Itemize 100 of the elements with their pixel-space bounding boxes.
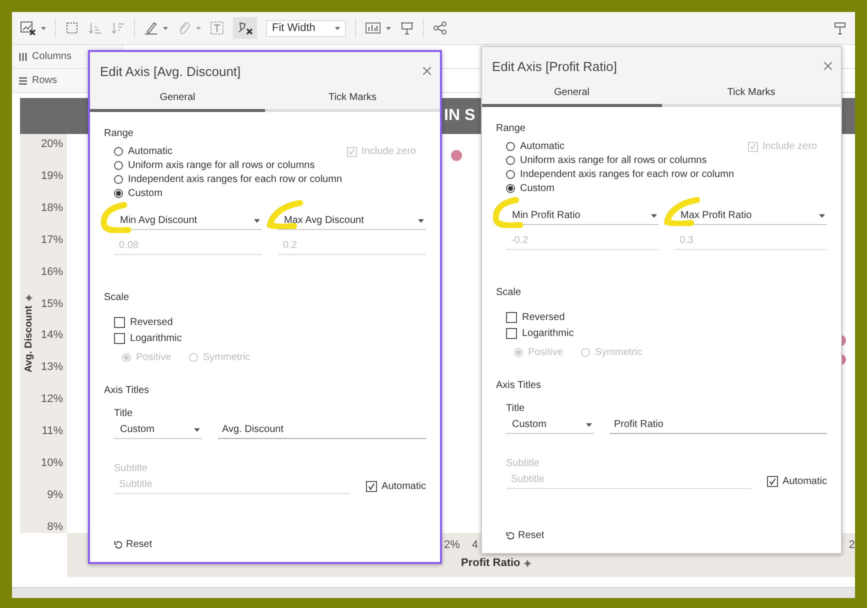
section-heading: Range — [104, 128, 134, 139]
y-axis-title: Avg. Discount — [24, 306, 34, 372]
title-mode-select[interactable]: Custom — [114, 424, 202, 439]
radio-button[interactable] — [506, 184, 515, 193]
y-axis-tick: 20% — [40, 138, 63, 150]
radio-button[interactable] — [114, 175, 123, 184]
pin-clear-button[interactable] — [233, 17, 257, 39]
reset-button[interactable]: Reset — [114, 539, 152, 550]
caret-icon — [418, 218, 424, 222]
close-icon[interactable] — [423, 67, 431, 75]
reset-icon — [114, 540, 122, 548]
chart-x-icon[interactable] — [20, 21, 36, 35]
bound-select[interactable]: Max Profit Ratio — [674, 210, 827, 225]
checkbox-option[interactable]: Automatic — [766, 476, 827, 487]
reset-button[interactable]: Reset — [506, 530, 544, 541]
radio-label: Automatic — [520, 141, 564, 152]
checkbox[interactable] — [506, 312, 517, 323]
tab[interactable]: General — [90, 88, 265, 112]
close-icon[interactable] — [824, 62, 832, 70]
fit-width-select[interactable]: Fit Width — [266, 20, 346, 36]
radio-button[interactable] — [114, 161, 123, 170]
bound-select[interactable]: Min Avg Discount — [114, 215, 262, 230]
pin-x-icon — [237, 21, 253, 35]
tab[interactable]: Tick Marks — [662, 83, 841, 107]
y-axis-tick: 16% — [40, 266, 63, 278]
radio-label: Automatic — [128, 146, 172, 157]
checkbox-option[interactable]: Reversed — [114, 317, 426, 328]
y-axis-tick: 8% — [47, 520, 63, 533]
section-heading: Scale — [496, 287, 522, 298]
title-field[interactable]: Avg. Discount — [218, 424, 426, 439]
columns-icon — [19, 52, 27, 60]
checkbox[interactable] — [114, 333, 125, 344]
highlighter-mark — [267, 200, 303, 229]
x-axis-tick: 2% — [444, 539, 460, 551]
radio-button[interactable] — [506, 170, 515, 179]
tab[interactable]: Tick Marks — [265, 88, 440, 112]
dialog-title: Edit Axis [Profit Ratio] — [492, 58, 617, 74]
checkbox-label: Automatic — [782, 476, 827, 487]
checkbox-label: Logarithmic — [130, 333, 182, 344]
section-heading: Axis Titles — [104, 385, 150, 396]
radio-button[interactable] — [506, 156, 515, 165]
dialog-title: Edit Axis [Avg. Discount] — [100, 64, 241, 78]
radio-option[interactable]: Automatic — [506, 141, 564, 152]
radio-label: Positive — [528, 347, 564, 358]
radio-label: Custom — [520, 183, 554, 194]
share-icon[interactable] — [433, 21, 447, 35]
highlighter-mark — [664, 197, 700, 226]
bar-chart-icon[interactable] — [365, 21, 381, 35]
title-mode-select[interactable]: Custom — [506, 419, 594, 434]
checkbox[interactable] — [506, 328, 517, 339]
pen-icon[interactable] — [144, 21, 158, 35]
radio-button[interactable] — [506, 142, 515, 151]
y-axis-tick: 17% — [40, 234, 63, 246]
x-axis-tick: 4 — [472, 539, 478, 551]
radio-button[interactable] — [114, 147, 123, 156]
checkbox-option[interactable]: Logarithmic — [506, 328, 827, 339]
caret-icon[interactable] — [386, 26, 391, 30]
y-axis-tick: 12% — [40, 393, 63, 406]
checkbox[interactable] — [766, 476, 778, 487]
data-point — [451, 150, 462, 161]
checkbox-label: Include zero — [762, 141, 817, 152]
radio-option[interactable]: Automatic — [114, 146, 172, 157]
caret-icon — [254, 218, 260, 222]
checkbox-label: Reversed — [130, 317, 173, 328]
checkbox-option[interactable]: Automatic — [366, 481, 426, 492]
tab[interactable]: General — [482, 83, 662, 107]
radio-button[interactable] — [114, 189, 123, 198]
radio-option[interactable]: Custom — [114, 188, 162, 199]
title-field[interactable]: Profit Ratio — [610, 419, 827, 434]
checkbox[interactable] — [114, 317, 125, 328]
section-heading: Axis Titles — [496, 380, 542, 391]
paperclip-icon[interactable] — [177, 21, 191, 35]
text-box-icon[interactable] — [210, 21, 224, 35]
x-axis-tick: 2 — [848, 539, 855, 551]
checkbox-option[interactable]: Logarithmic — [114, 333, 426, 344]
signpost-icon[interactable] — [833, 21, 847, 35]
field-label: Title — [506, 403, 526, 414]
field-label: Subtitle — [506, 458, 540, 469]
caret-icon — [819, 214, 825, 218]
bound-select[interactable]: Min Profit Ratio — [506, 210, 658, 225]
shelf-name: Columns — [32, 51, 72, 62]
radio-option[interactable]: Custom — [506, 183, 554, 194]
checkbox[interactable] — [366, 481, 377, 492]
checkbox-label: Automatic — [382, 481, 426, 492]
y-axis-tick: 19% — [40, 170, 63, 182]
y-axis-tick: 13% — [40, 361, 63, 374]
field-label: Subtitle — [114, 463, 148, 474]
caret-icon[interactable] — [163, 26, 168, 30]
radio-label: Symmetric — [203, 352, 250, 363]
caret-icon[interactable] — [41, 26, 46, 30]
checkbox-option[interactable]: Reversed — [506, 312, 827, 323]
view-title: IN S — [444, 107, 476, 125]
y-axis-tick: 9% — [47, 488, 63, 501]
field-label: Title — [114, 408, 134, 419]
bound-select[interactable]: Max Avg Discount — [278, 215, 426, 230]
y-axis-tick: 14% — [40, 329, 63, 342]
section-heading: Scale — [104, 292, 130, 303]
presentation-icon[interactable] — [400, 21, 414, 35]
radio-label: Symmetric — [595, 347, 642, 358]
y-axis-tick: 11% — [42, 425, 63, 438]
